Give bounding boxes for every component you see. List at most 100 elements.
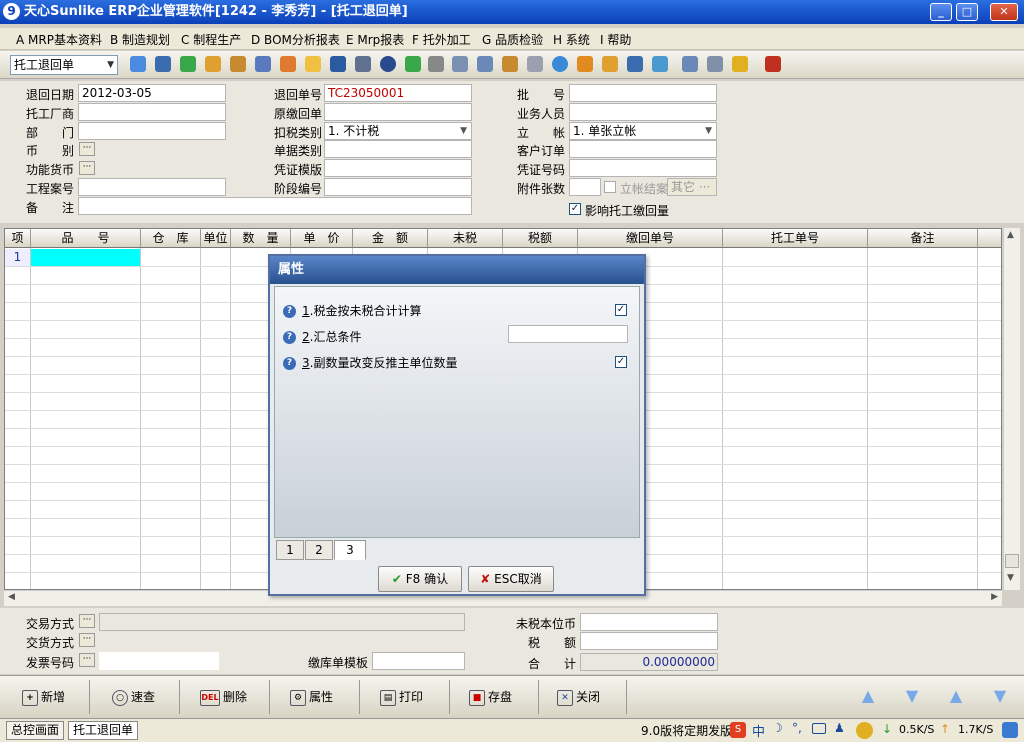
customer-order-field[interactable] [569,140,717,158]
window-icon[interactable] [682,56,698,72]
tree-icon[interactable] [130,56,146,72]
scroll-right-icon[interactable]: ▶ [991,592,998,602]
windows-icon[interactable] [732,56,748,72]
database-icon[interactable] [502,56,518,72]
col-tax[interactable]: 税额 [503,229,578,248]
document-type-combo[interactable]: 托工退回单 ▼ [10,55,118,75]
col-return-no[interactable]: 缴回单号 [578,229,723,248]
summary-condition-input[interactable] [508,325,628,343]
stage-no-field[interactable] [324,178,472,196]
col-order-no[interactable]: 托工单号 [723,229,868,248]
property-1-checkbox[interactable]: ✓ [615,304,627,316]
save-button[interactable]: ■ 存盘 [469,680,539,714]
invoice-field[interactable] [99,652,219,670]
untaxed-field[interactable] [580,613,718,631]
bell-icon[interactable] [577,56,593,72]
ime-icon[interactable]: S [730,722,746,738]
dialog-tab-3[interactable]: 3 [334,540,366,560]
lock-icon[interactable] [205,56,221,72]
prev-record-icon[interactable]: ▼ [902,686,922,706]
network-icon[interactable] [856,722,873,739]
mail-icon[interactable] [305,56,321,72]
trade-field[interactable] [99,613,465,631]
menu-mrp-report[interactable]: E Mrp报表 [346,31,404,48]
money-icon[interactable] [405,56,421,72]
col-part-no[interactable]: 品 号 [31,229,141,248]
monitor-icon[interactable] [155,56,171,72]
account-select[interactable]: 1. 单张立帐 ▼ [569,122,717,140]
attach-field[interactable] [569,178,601,196]
close-button[interactable]: ✕ 关闭 [557,680,627,714]
menu-mrp-basic[interactable]: A MRP基本资料 [16,31,102,48]
check-icon[interactable] [552,56,568,72]
col-item[interactable]: 项 [5,229,31,248]
return-date-field[interactable]: 2012-03-05 [78,84,226,102]
tax-type-select[interactable]: 1. 不计税 ▼ [324,122,472,140]
orig-no-field[interactable] [324,103,472,121]
batch-field[interactable] [569,84,717,102]
dialog-cancel-button[interactable]: ✘ ESC取消 [468,566,554,592]
menu-quality[interactable]: G 品质检验 [482,31,543,48]
return-no-field[interactable]: TC23050001 [324,84,472,102]
delete-button[interactable]: DEL 删除 [200,680,270,714]
menu-outsourcing[interactable]: F 托外加工 [412,31,471,48]
scroll-down-icon[interactable]: ▼ [1007,573,1014,583]
exit-icon[interactable] [765,56,781,72]
phone-icon[interactable] [180,56,196,72]
project-field[interactable] [78,178,226,196]
menu-bom-report[interactable]: D BOM分析报表 [251,31,340,48]
menu-planning[interactable]: B 制造规划 [110,31,170,48]
func-currency-browse-button[interactable]: ··· [79,161,95,175]
document-icon[interactable] [452,56,468,72]
first-record-icon[interactable]: ▲ [858,686,878,706]
scroll-thumb[interactable] [1005,554,1019,568]
users-icon[interactable] [280,56,296,72]
help-icon[interactable] [380,56,396,72]
selected-cell[interactable] [31,249,140,266]
screen-icon[interactable] [627,56,643,72]
col-remark[interactable]: 备注 [868,229,978,248]
remark-field[interactable] [78,197,472,215]
voucher-tpl-field[interactable] [324,159,472,177]
menu-system[interactable]: H 系统 [553,31,590,48]
chinese-input-icon[interactable]: 中 [752,721,765,740]
invoice-browse-button[interactable]: ··· [79,653,95,667]
query-button[interactable]: ○ 速查 [112,680,180,714]
vertical-scrollbar[interactable]: ▲ ▼ [1003,228,1020,590]
col-amount[interactable]: 金 额 [353,229,428,248]
dept-field[interactable] [78,122,226,140]
copy-icon[interactable] [527,56,543,72]
close-window-button[interactable]: ✕ [990,3,1018,21]
dialog-tab-2[interactable]: 2 [305,540,333,560]
col-untaxed[interactable]: 未税 [428,229,503,248]
vendor-field[interactable] [78,103,226,121]
doc-type-field[interactable] [324,140,472,158]
tab-control-panel[interactable]: 总控画面 [6,721,65,740]
property-button[interactable]: ⚙ 属性 [290,680,360,714]
menu-production[interactable]: C 制程生产 [181,31,241,48]
scroll-up-icon[interactable]: ▲ [1007,230,1014,240]
pin-icon[interactable] [355,56,371,72]
trade-browse-button[interactable]: ··· [79,614,95,628]
x-box-icon[interactable] [707,56,723,72]
calculator-icon[interactable] [477,56,493,72]
delivery-browse-button[interactable]: ··· [79,633,95,647]
briefcase-icon[interactable] [230,56,246,72]
scroll-left-icon[interactable]: ◀ [8,592,15,602]
tax-field[interactable] [580,632,718,650]
add-button[interactable]: + 新增 [22,680,90,714]
keyboard-icon[interactable] [812,723,826,734]
other-button[interactable]: 其它 ··· [667,178,717,196]
dialog-ok-button[interactable]: ✔ F8 确认 [378,566,462,592]
minimize-button[interactable]: _ [930,3,952,21]
tab-return-doc[interactable]: 托工退回单 [68,721,139,740]
currency-browse-button[interactable]: ··· [79,142,95,156]
return-tpl-field[interactable] [372,652,465,670]
voucher-no-field[interactable] [569,159,717,177]
col-qty[interactable]: 数 量 [231,229,291,248]
col-price[interactable]: 单 价 [291,229,353,248]
last-record-icon[interactable]: ▼ [990,686,1010,706]
refresh-icon[interactable] [652,56,668,72]
next-record-icon[interactable]: ▲ [946,686,966,706]
col-warehouse[interactable]: 仓 库 [141,229,201,248]
